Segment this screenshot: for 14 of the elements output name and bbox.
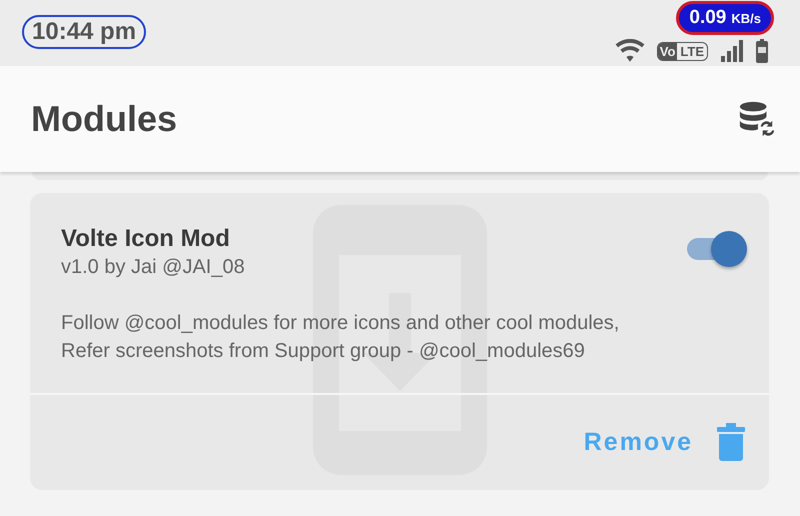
network-speed-badge: 0.09 KB/s: [676, 1, 774, 35]
database-sync-icon[interactable]: [738, 100, 776, 138]
battery-icon: [756, 39, 768, 63]
trash-icon[interactable]: [717, 423, 745, 461]
module-version: v1.0 by Jai @JAI_08: [61, 256, 245, 279]
wifi-icon: [614, 39, 645, 63]
signal-icon: [720, 40, 744, 62]
remove-button[interactable]: Remove: [584, 428, 693, 456]
page-title: Modules: [31, 98, 178, 140]
module-description: Follow @cool_modules for more icons and other cool modules, Refer screenshots from Support group - @cool_modules69: [60, 311, 620, 364]
volte-badge: Vo LTE: [656, 42, 708, 60]
module-name: Volte Icon Mod: [61, 225, 231, 253]
enable-switch[interactable]: [687, 231, 747, 267]
clock-time: 10:44 pm: [22, 15, 146, 49]
